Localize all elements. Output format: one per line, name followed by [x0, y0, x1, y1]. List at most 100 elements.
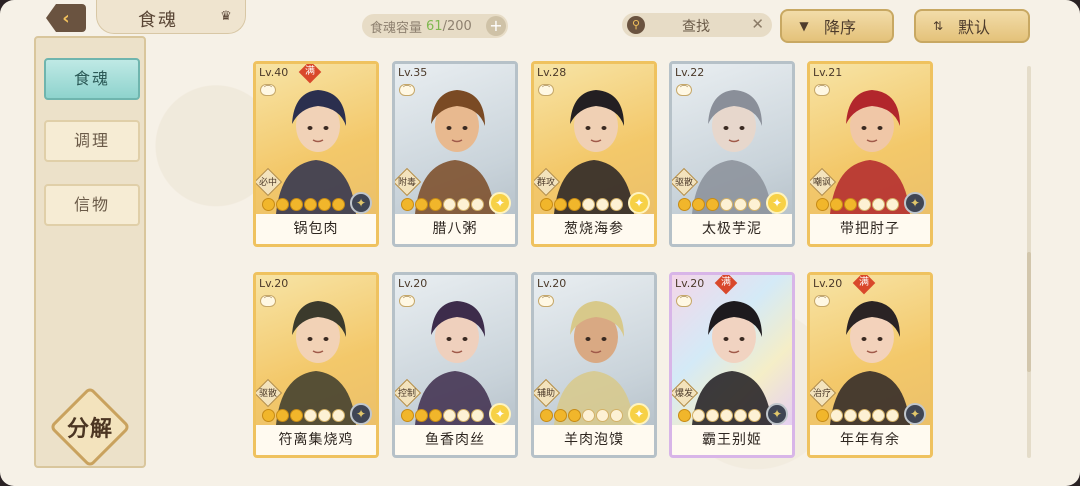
card-name: 符离集烧鸡: [256, 425, 376, 455]
role-label: 控制: [397, 389, 416, 399]
star-icon: [290, 198, 303, 211]
crown-icon: ♛: [220, 9, 232, 24]
star-icon: [471, 198, 484, 211]
star-icon: [443, 409, 456, 422]
star-icon: [443, 198, 456, 211]
star-icon: [830, 409, 843, 422]
soul-card[interactable]: Lv.21 ⌒ 嘲讽 ✦ 带把肘子: [807, 61, 933, 247]
role-label: 驱散: [674, 178, 693, 188]
sort-order-label: 降序: [824, 18, 857, 37]
star-icon: [720, 198, 733, 211]
star-icon: [886, 198, 899, 211]
soul-card[interactable]: Lv.20 满 ⌒ 爆发 ✦ 霸王别姬: [669, 272, 795, 458]
capacity-indicator: 食魂容量 61 /200 +: [362, 14, 508, 38]
sidebar-item-label: 食魂: [73, 69, 110, 88]
sidebar-item-label: 调理: [73, 131, 110, 150]
role-label: 附毒: [397, 178, 416, 188]
card-level: Lv.22: [675, 66, 705, 79]
sidebar-item-token[interactable]: 信物: [44, 184, 140, 226]
dish-icon: ⌒: [260, 84, 276, 96]
star-icon: [304, 198, 317, 211]
star-icon: [554, 198, 567, 211]
dish-icon: ⌒: [399, 84, 415, 96]
sort-default-button[interactable]: ⇅ 默认: [914, 9, 1030, 43]
card-level: Lv.35: [398, 66, 428, 79]
clear-search-icon[interactable]: ✕: [751, 15, 764, 33]
expand-capacity-button[interactable]: +: [486, 16, 506, 36]
star-icon: [734, 198, 747, 211]
star-rating: [262, 198, 345, 211]
dish-icon: ⌒: [538, 295, 554, 307]
star-icon: [748, 409, 761, 422]
search-placeholder: 查找: [682, 19, 710, 35]
scrollbar-thumb[interactable]: [1027, 252, 1031, 372]
role-label: 爆发: [674, 389, 693, 399]
star-icon: [429, 409, 442, 422]
star-icon: [540, 409, 553, 422]
star-icon: [415, 198, 428, 211]
star-icon: [872, 409, 885, 422]
soul-card[interactable]: Lv.20 ⌒ 辅助 ✦ 羊肉泡馍: [531, 272, 657, 458]
star-rating: [540, 198, 623, 211]
star-icon: [540, 198, 553, 211]
soul-card[interactable]: Lv.20 ⌒ 控制 ✦ 鱼香肉丝: [392, 272, 518, 458]
element-icon: ✦: [628, 403, 650, 425]
star-rating: [401, 198, 484, 211]
role-label: 辅助: [536, 389, 555, 399]
sidebar-item-soul[interactable]: 食魂: [44, 58, 140, 100]
star-icon: [318, 198, 331, 211]
star-icon: [706, 409, 719, 422]
star-icon: [568, 198, 581, 211]
star-icon: [678, 409, 691, 422]
dish-icon: ⌒: [676, 295, 692, 307]
dish-icon: ⌒: [260, 295, 276, 307]
card-name: 年年有余: [810, 425, 930, 455]
star-icon: [262, 198, 275, 211]
star-icon: [720, 409, 733, 422]
star-rating: [401, 409, 484, 422]
element-icon: ✦: [766, 403, 788, 425]
star-rating: [540, 409, 623, 422]
star-icon: [582, 409, 595, 422]
element-icon: ✦: [350, 192, 372, 214]
role-label: 群攻: [536, 178, 555, 188]
sidebar-item-cooking[interactable]: 调理: [44, 120, 140, 162]
soul-card[interactable]: Lv.35 ⌒ 附毒 ✦ 腊八粥: [392, 61, 518, 247]
sort-order-button[interactable]: ▼ 降序: [780, 9, 894, 43]
star-icon: [830, 198, 843, 211]
soul-card[interactable]: Lv.20 满 ⌒ 治疗 ✦ 年年有余: [807, 272, 933, 458]
star-rating: [678, 198, 761, 211]
capacity-label: 食魂容量: [370, 20, 423, 36]
card-name: 带把肘子: [810, 214, 930, 244]
star-icon: [734, 409, 747, 422]
star-icon: [401, 409, 414, 422]
dish-icon: ⌒: [399, 295, 415, 307]
star-icon: [844, 409, 857, 422]
element-icon: ✦: [489, 403, 511, 425]
element-icon: ✦: [904, 192, 926, 214]
decompose-button[interactable]: 分解: [48, 385, 132, 469]
decompose-label: 分解: [66, 417, 113, 442]
star-icon: [262, 409, 275, 422]
back-arrow-icon[interactable]: ‹: [46, 4, 86, 32]
element-icon: ✦: [766, 192, 788, 214]
search-input[interactable]: ⚲ 查找 ✕: [622, 13, 772, 37]
element-icon: ✦: [628, 192, 650, 214]
dish-icon: ⌒: [814, 84, 830, 96]
soul-card[interactable]: Lv.20 ⌒ 驱散 ✦ 符离集烧鸡: [253, 272, 379, 458]
star-rating: [262, 409, 345, 422]
soul-card[interactable]: Lv.40 满 ⌒ 必中 ✦ 锅包肉: [253, 61, 379, 247]
card-level: Lv.28: [537, 66, 567, 79]
role-label: 驱散: [258, 389, 277, 399]
soul-card[interactable]: Lv.22 ⌒ 驱散 ✦ 太极芋泥: [669, 61, 795, 247]
star-icon: [568, 409, 581, 422]
element-icon: ✦: [489, 192, 511, 214]
star-icon: [276, 198, 289, 211]
card-name: 鱼香肉丝: [395, 425, 515, 455]
card-level: Lv.20: [398, 277, 428, 290]
star-icon: [886, 409, 899, 422]
soul-card[interactable]: Lv.28 ⌒ 群攻 ✦ 葱烧海参: [531, 61, 657, 247]
star-icon: [332, 198, 345, 211]
card-level: Lv.20: [813, 277, 843, 290]
capacity-current: 61: [426, 18, 443, 34]
